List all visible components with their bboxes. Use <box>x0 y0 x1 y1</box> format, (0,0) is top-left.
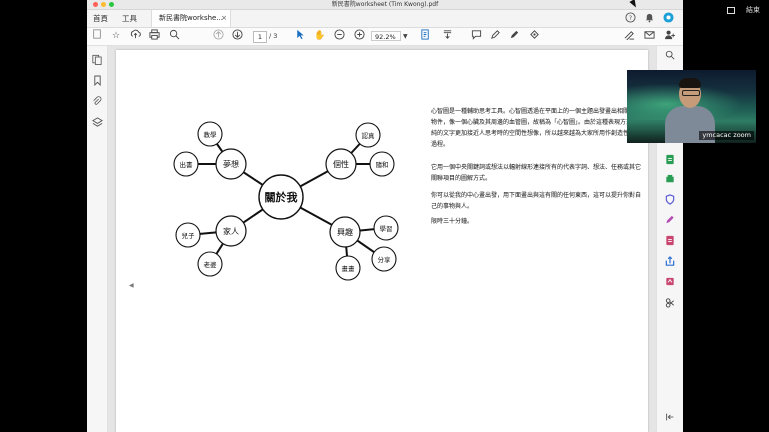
stop-share-icon[interactable] <box>727 7 735 14</box>
video-thumbnail[interactable]: ymcacac zoom <box>627 70 756 143</box>
participant-name: ymcacac zoom <box>699 131 754 140</box>
zoom-in-icon[interactable] <box>352 29 366 44</box>
leaf-label: 兒子 <box>182 231 196 240</box>
branch-label: 夢想 <box>223 159 239 169</box>
definition-paragraph: 它用一個中央關鍵詞或想法以輻射線形連接所有的代表字詞、想法、任務或其它關聯項目的… <box>431 164 642 182</box>
branch-label: 興趣 <box>337 227 353 237</box>
more-tools-icon[interactable] <box>663 297 677 311</box>
draw-icon[interactable] <box>507 29 521 44</box>
zoom-dropdown-icon[interactable]: ▼ <box>403 28 408 45</box>
leaf-label: 教學 <box>204 130 218 139</box>
fill-sign-tool-icon[interactable] <box>663 276 677 290</box>
time-limit-text: 限時三十分鐘。 <box>431 218 474 225</box>
mind-map: 關於我 夢想 個性 家人 興趣 教學 出書 認真 隨和 兒子 老婆 學習 分享 … <box>173 121 399 281</box>
leaf-label: 出書 <box>180 160 194 169</box>
window-title: 新民書院worksheet (Tim Kwong).pdf <box>331 1 439 8</box>
search-icon[interactable] <box>167 29 181 44</box>
leaf-label: 老婆 <box>204 260 218 269</box>
page-down-icon[interactable] <box>230 29 244 44</box>
share-user-icon[interactable] <box>662 29 676 44</box>
toolbar: ☆ 1 / 3 ✋ 92.2% ▼ <box>87 28 683 46</box>
page-number-input[interactable]: 1 <box>253 31 267 43</box>
highlight-pen-icon[interactable] <box>488 29 502 44</box>
pdf-page: 關於我 夢想 個性 家人 興趣 教學 出書 認真 隨和 兒子 老婆 學習 分享 … <box>116 50 648 432</box>
bell-icon[interactable] <box>643 12 656 25</box>
title-bar: 新民書院worksheet (Tim Kwong).pdf <box>87 0 683 10</box>
create-pdf-icon[interactable] <box>90 29 104 44</box>
page-thumbnails-icon[interactable] <box>90 54 104 68</box>
participant-hair <box>679 78 701 88</box>
mail-icon[interactable] <box>642 29 656 44</box>
print-production-icon[interactable] <box>663 174 677 188</box>
instruction-paragraph: 你可以從我的中心畫出發，用下面畫出與這有關的任何東西，這可以提升你對自己的事物與… <box>431 192 642 210</box>
edit-pdf-icon[interactable] <box>663 214 677 228</box>
center-label: 關於我 <box>265 190 298 204</box>
select-cursor-icon[interactable] <box>293 29 307 44</box>
profile-avatar[interactable] <box>662 12 675 25</box>
tab-document-label: 新民書院workshe... <box>159 14 224 22</box>
svg-text:?: ? <box>629 14 632 22</box>
create-pdf-tool-icon[interactable] <box>663 235 677 249</box>
page-fit-icon[interactable] <box>418 29 432 44</box>
intro-paragraph: 心智圖是一種輔助思考工具。心智圖透過在平面上的一個主題出發畫出相關聯的物件，像一… <box>431 108 645 148</box>
participant-glasses <box>682 90 700 96</box>
help-icon[interactable]: ? <box>624 12 637 25</box>
zoom-out-icon[interactable] <box>332 29 346 44</box>
bookmark-icon[interactable] <box>90 75 104 89</box>
leaf-label: 認真 <box>362 131 376 140</box>
scroll-mode-icon[interactable] <box>440 29 454 44</box>
comment-icon[interactable] <box>469 29 483 44</box>
fill-sign-icon[interactable] <box>622 29 636 44</box>
leaf-label: 分享 <box>378 255 392 264</box>
branch-label: 個性 <box>333 159 349 169</box>
collapse-tools-icon[interactable] <box>663 412 677 426</box>
collapse-left-pane-icon[interactable]: ◀ <box>129 282 134 289</box>
document-canvas[interactable]: 關於我 夢想 個性 家人 興趣 教學 出書 認真 隨和 兒子 老婆 學習 分享 … <box>108 46 677 432</box>
stamp-icon[interactable] <box>527 29 541 44</box>
tab-document[interactable]: 新民書院workshe... × <box>151 10 231 27</box>
hand-tool-icon[interactable]: ✋ <box>313 29 327 44</box>
print-icon[interactable] <box>147 29 161 44</box>
tab-tools[interactable]: 工具 <box>122 10 137 27</box>
attachment-icon[interactable] <box>90 96 104 110</box>
leaf-label: 隨和 <box>376 160 389 169</box>
zoom-icon[interactable] <box>663 50 677 64</box>
page-total: / 3 <box>269 32 278 40</box>
protect-icon[interactable] <box>663 194 677 208</box>
tab-bar: 首頁 工具 新民書院workshe... × ? <box>87 10 683 28</box>
leaf-label: 畫畫 <box>342 264 356 273</box>
tab-home[interactable]: 首頁 <box>93 10 108 27</box>
end-meeting-label[interactable]: 結束 <box>746 4 760 16</box>
export-pdf-icon[interactable] <box>663 154 677 168</box>
layers-icon[interactable] <box>90 117 104 131</box>
star-icon[interactable]: ☆ <box>109 29 123 44</box>
left-navigation-rail <box>87 46 108 432</box>
pdf-reader-window: 新民書院worksheet (Tim Kwong).pdf 首頁 工具 新民書院… <box>87 0 683 432</box>
page-up-icon[interactable] <box>211 29 225 44</box>
close-tab-icon[interactable]: × <box>221 10 227 27</box>
zoom-level-select[interactable]: 92.2% <box>371 31 401 41</box>
branch-label: 家人 <box>223 226 239 236</box>
upload-icon[interactable] <box>128 29 142 44</box>
leaf-label: 學習 <box>380 224 393 233</box>
share-tool-icon[interactable] <box>663 256 677 270</box>
